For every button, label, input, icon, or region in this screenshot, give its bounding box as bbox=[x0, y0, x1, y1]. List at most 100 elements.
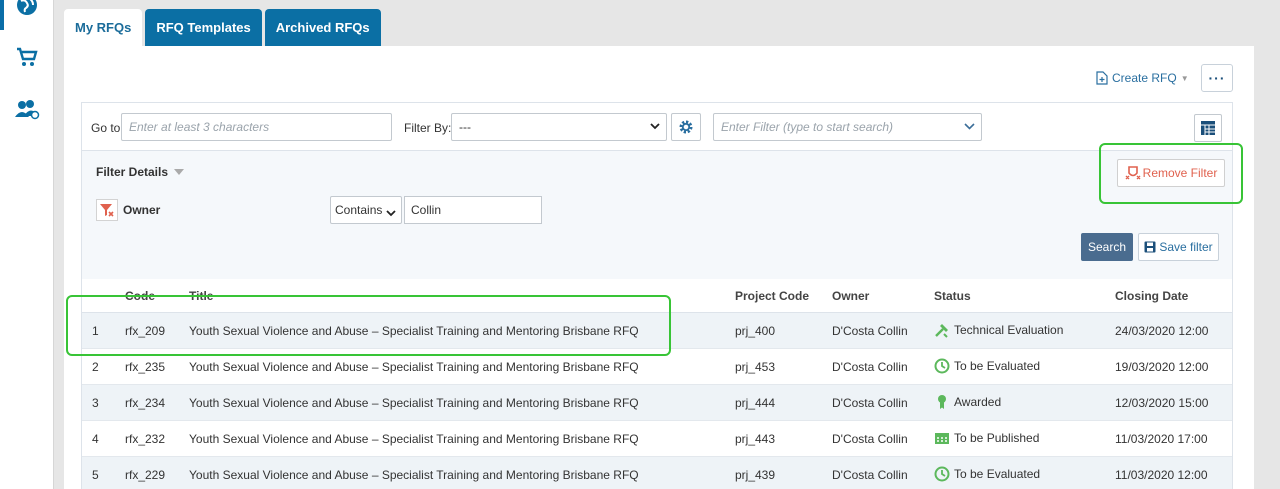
row-code[interactable]: rfx_232 bbox=[125, 432, 165, 446]
users-icon[interactable] bbox=[14, 96, 40, 122]
clock-icon bbox=[934, 358, 950, 374]
table-row[interactable]: 5 rfx_229 Youth Sexual Violence and Abus… bbox=[82, 457, 1232, 489]
enter-filter-placeholder: Enter Filter (type to start search) bbox=[721, 120, 894, 134]
create-rfq-label: Create RFQ bbox=[1112, 71, 1177, 85]
remove-filter-icon bbox=[1125, 166, 1141, 180]
row-title[interactable]: Youth Sexual Violence and Abuse – Specia… bbox=[189, 432, 639, 446]
row-number: 1 bbox=[92, 324, 99, 338]
goto-input[interactable]: Enter at least 3 characters bbox=[121, 113, 392, 141]
filter-by-label: Filter By: bbox=[404, 121, 452, 135]
gear-icon bbox=[679, 120, 693, 134]
row-closing-date: 11/03/2020 17:00 bbox=[1115, 432, 1208, 446]
calendar-icon bbox=[935, 433, 949, 444]
rfq-tabs: My RFQs RFQ Templates Archived RFQs bbox=[64, 9, 381, 46]
row-code[interactable]: rfx_234 bbox=[125, 396, 165, 410]
remove-filter-button[interactable]: Remove Filter bbox=[1117, 159, 1225, 187]
rfq-table: Code Title Project Code Owner Status Clo… bbox=[82, 279, 1232, 489]
row-number: 5 bbox=[92, 468, 99, 482]
left-nav bbox=[0, 0, 54, 489]
row-status: Technical Evaluation bbox=[934, 322, 1063, 338]
row-owner: D'Costa Collin bbox=[832, 360, 908, 374]
row-closing-date: 12/03/2020 15:00 bbox=[1115, 396, 1209, 410]
chevron-down-icon bbox=[964, 121, 975, 133]
row-title[interactable]: Youth Sexual Violence and Abuse – Specia… bbox=[189, 360, 639, 374]
clock-icon bbox=[934, 466, 950, 482]
row-code[interactable]: rfx_209 bbox=[125, 324, 165, 338]
filter-by-select[interactable]: --- bbox=[451, 113, 667, 141]
table-row[interactable]: 1 rfx_209 Youth Sexual Violence and Abus… bbox=[82, 313, 1232, 349]
column-header-project-code[interactable]: Project Code bbox=[735, 289, 809, 303]
operator-value: Contains bbox=[335, 203, 383, 217]
column-header-title[interactable]: Title bbox=[189, 289, 213, 303]
chevron-down-icon: ▼ bbox=[1180, 73, 1189, 83]
row-status: To be Evaluated bbox=[934, 466, 1040, 482]
row-code[interactable]: rfx_229 bbox=[125, 468, 165, 482]
row-title[interactable]: Youth Sexual Violence and Abuse – Specia… bbox=[189, 468, 639, 482]
enter-filter-input[interactable]: Enter Filter (type to start search) bbox=[713, 113, 982, 141]
table-row[interactable]: 3 rfx_234 Youth Sexual Violence and Abus… bbox=[82, 385, 1232, 421]
operator-select[interactable]: Contains bbox=[330, 196, 402, 224]
filter-settings-button[interactable] bbox=[671, 113, 701, 141]
row-number: 4 bbox=[92, 432, 99, 446]
remove-owner-filter-icon[interactable] bbox=[96, 199, 118, 221]
filter-area: Go to Enter at least 3 characters Filter… bbox=[81, 102, 1233, 489]
owner-filter-input[interactable]: Collin bbox=[404, 196, 542, 224]
active-nav-indicator bbox=[0, 0, 4, 30]
row-status-label: To be Evaluated bbox=[954, 467, 1041, 481]
table-columns-icon bbox=[1201, 121, 1215, 135]
row-closing-date: 24/03/2020 12:00 bbox=[1115, 324, 1209, 338]
row-owner: D'Costa Collin bbox=[832, 324, 908, 338]
column-header-closing-date[interactable]: Closing Date bbox=[1115, 289, 1188, 303]
row-status-label: To be Published bbox=[954, 431, 1040, 445]
column-header-code[interactable]: Code bbox=[125, 289, 155, 303]
column-header-status[interactable]: Status bbox=[934, 289, 971, 303]
award-icon bbox=[938, 395, 946, 409]
table-row[interactable]: 2 rfx_235 Youth Sexual Violence and Abus… bbox=[82, 349, 1232, 385]
filter-details-label: Filter Details bbox=[96, 165, 169, 179]
row-owner: D'Costa Collin bbox=[832, 468, 908, 482]
row-code[interactable]: rfx_235 bbox=[125, 360, 165, 374]
tab-archived-rfqs[interactable]: Archived RFQs bbox=[264, 9, 381, 46]
cart-icon[interactable] bbox=[14, 44, 40, 70]
row-number: 2 bbox=[92, 360, 99, 374]
more-options-button[interactable]: ··· bbox=[1201, 64, 1233, 92]
caret-down-icon bbox=[174, 169, 185, 175]
column-chooser-button[interactable] bbox=[1194, 114, 1222, 142]
owner-filter-label: Owner bbox=[123, 203, 161, 217]
chevron-down-icon bbox=[386, 206, 396, 220]
row-status-label: Awarded bbox=[954, 395, 1002, 409]
column-header-owner[interactable]: Owner bbox=[832, 289, 869, 303]
row-owner: D'Costa Collin bbox=[832, 396, 908, 410]
table-row[interactable]: 4 rfx_232 Youth Sexual Violence and Abus… bbox=[82, 421, 1232, 457]
main-panel: Create RFQ ▼ ··· Go to Enter at least 3 … bbox=[64, 46, 1254, 489]
row-status-label: Technical Evaluation bbox=[954, 323, 1064, 337]
new-document-icon bbox=[1096, 71, 1108, 85]
tab-rfq-templates[interactable]: RFQ Templates bbox=[145, 9, 262, 46]
evaluation-icon bbox=[935, 324, 948, 338]
filter-details-toggle[interactable]: Filter Details bbox=[96, 165, 185, 179]
create-rfq-button[interactable]: Create RFQ ▼ bbox=[1096, 66, 1189, 90]
row-closing-date: 19/03/2020 12:00 bbox=[1115, 360, 1209, 374]
goto-label: Go to bbox=[91, 121, 121, 135]
save-filter-button[interactable]: Save filter bbox=[1138, 233, 1219, 261]
row-status: To be Published bbox=[934, 430, 1039, 446]
row-project-code: prj_453 bbox=[735, 360, 776, 374]
row-closing-date: 11/03/2020 12:00 bbox=[1115, 468, 1208, 482]
remove-filter-label: Remove Filter bbox=[1142, 166, 1218, 180]
row-title[interactable]: Youth Sexual Violence and Abuse – Specia… bbox=[189, 396, 639, 410]
tab-my-rfqs[interactable]: My RFQs bbox=[64, 9, 143, 46]
floppy-disk-icon bbox=[1144, 241, 1156, 253]
search-button[interactable]: Search bbox=[1081, 233, 1133, 261]
row-title[interactable]: Youth Sexual Violence and Abuse – Specia… bbox=[189, 324, 639, 338]
row-number: 3 bbox=[92, 396, 99, 410]
search-toolbar: Go to Enter at least 3 characters Filter… bbox=[82, 103, 1232, 151]
row-status-label: To be Evaluated bbox=[954, 359, 1041, 373]
row-project-code: prj_444 bbox=[735, 396, 776, 410]
row-status: To be Evaluated bbox=[934, 358, 1040, 374]
globe-icon[interactable] bbox=[14, 0, 40, 18]
chevron-down-icon bbox=[650, 121, 660, 133]
row-status: Awarded bbox=[934, 394, 1001, 410]
save-filter-label: Save filter bbox=[1159, 240, 1213, 254]
filter-by-value: --- bbox=[459, 120, 471, 134]
row-owner: D'Costa Collin bbox=[832, 432, 908, 446]
